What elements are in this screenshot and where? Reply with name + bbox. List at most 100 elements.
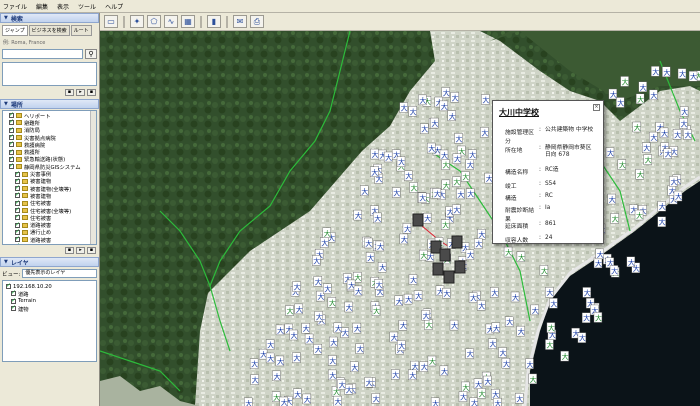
folder-icon xyxy=(16,127,22,133)
move-up-icon[interactable]: ▸ xyxy=(76,89,85,96)
search-panel-header[interactable]: ▼ 検索 xyxy=(0,13,99,23)
layer-tree-item[interactable]: 192.168.10.20 xyxy=(3,282,96,290)
checkbox-icon[interactable] xyxy=(9,148,14,155)
email-icon[interactable]: ✉ xyxy=(233,15,247,28)
checkbox-icon[interactable] xyxy=(9,111,14,119)
checkbox-icon[interactable] xyxy=(15,221,20,228)
move-down-icon[interactable]: ▪ xyxy=(87,89,96,96)
person-icon: 大 xyxy=(354,273,361,282)
menu-file[interactable]: ファイル xyxy=(3,2,27,11)
map-imagery[interactable]: 大大大大大大大大大大大大大大大大大大大大大大大大大大大大大大大大大大大大大大大大… xyxy=(100,31,700,406)
popup-field-value: 861 xyxy=(545,221,557,227)
checkbox-icon[interactable] xyxy=(15,170,20,177)
search-example: 例: Roma, France xyxy=(3,40,46,46)
checkbox-icon[interactable] xyxy=(15,228,20,235)
checkbox-icon[interactable] xyxy=(11,289,16,297)
places-tree-item[interactable]: 通行止め xyxy=(9,228,96,236)
selected-marker-icon[interactable] xyxy=(412,213,424,227)
places-tree-item[interactable]: 道路被害 xyxy=(9,221,96,229)
person-icon: 大 xyxy=(456,134,463,143)
menu-tools[interactable]: ツール xyxy=(78,2,96,11)
search-results-list[interactable] xyxy=(2,62,97,86)
search-input[interactable] xyxy=(2,49,83,59)
checkbox-icon[interactable] xyxy=(15,191,20,199)
layer-view-select[interactable]: 優先表示のレイヤ xyxy=(22,269,97,278)
checkbox-icon[interactable] xyxy=(15,184,20,192)
checkbox-icon[interactable] xyxy=(9,162,14,170)
folder-icon xyxy=(22,222,28,228)
move-down-icon[interactable]: ▪ xyxy=(87,247,96,254)
checkbox-icon[interactable] xyxy=(9,126,14,133)
person-icon: 大 xyxy=(584,288,591,297)
move-up-icon[interactable]: ▸ xyxy=(76,247,85,254)
folder-icon xyxy=(22,193,28,199)
ruler-icon[interactable]: ▮ xyxy=(207,15,221,28)
selected-marker-icon[interactable] xyxy=(454,260,466,274)
checkbox-icon[interactable] xyxy=(15,177,20,184)
popup-field-label: 構造名称 xyxy=(505,170,529,176)
checkbox-icon[interactable] xyxy=(6,282,11,290)
close-icon[interactable]: × xyxy=(593,104,600,111)
layer-tree-item[interactable]: 道路 xyxy=(3,289,96,298)
delete-icon[interactable]: ▪ xyxy=(65,89,74,96)
layers-panel-header[interactable]: ▼ レイヤ xyxy=(0,257,99,267)
menu-view[interactable]: 表示 xyxy=(57,2,69,11)
layer-tree-item[interactable]: Terrain xyxy=(3,297,96,305)
path-icon[interactable]: ∿ xyxy=(164,15,178,28)
collapse-arrow-icon[interactable]: ▼ xyxy=(4,101,8,107)
placemark-icon[interactable]: ✦ xyxy=(130,15,144,28)
overlay-icon[interactable]: ▦ xyxy=(181,15,195,28)
sidebar-toggle-icon[interactable]: ▭ xyxy=(104,15,118,28)
person-icon: 大 xyxy=(462,383,469,392)
places-tree-item[interactable]: 災害事例 xyxy=(9,170,96,178)
places-tree-item[interactable]: 静岡県防災GISシステム xyxy=(9,162,96,171)
places-tree-item[interactable]: 土砂災害警戒区域 xyxy=(9,242,96,244)
places-tree-item[interactable]: 救護病院 xyxy=(9,140,96,149)
delete-icon[interactable]: ▪ xyxy=(65,247,74,254)
places-tree-item[interactable]: ヘリポート xyxy=(9,111,96,120)
person-icon: 大 xyxy=(385,153,392,162)
popup-field-value: 公共建築物 中学校 xyxy=(545,127,594,133)
places-tree-item[interactable]: 住宅被害 xyxy=(9,213,96,222)
selected-marker-icon[interactable] xyxy=(432,262,444,276)
collapse-arrow-icon[interactable]: ▼ xyxy=(4,15,8,21)
person-icon: 大 xyxy=(393,189,400,198)
tab-jump[interactable]: ジャンプ xyxy=(2,25,28,36)
places-tree-item[interactable]: 避難所 xyxy=(9,118,96,127)
search-panel-title: 検索 xyxy=(10,15,23,23)
layer-tree-item[interactable]: 建物 xyxy=(3,304,96,313)
person-icon: 大 xyxy=(481,128,488,137)
menu-help[interactable]: ヘルプ xyxy=(105,2,123,11)
selected-marker-icon[interactable] xyxy=(439,248,451,262)
print-icon[interactable]: ⎙ xyxy=(250,15,264,28)
checkbox-icon[interactable] xyxy=(9,140,14,148)
search-button[interactable]: ⚲ xyxy=(85,49,97,59)
checkbox-icon[interactable] xyxy=(15,242,20,244)
person-icon: 大 xyxy=(619,161,626,170)
places-tree-item[interactable]: 被害建物 xyxy=(9,191,96,200)
selected-marker-icon[interactable] xyxy=(443,270,455,284)
checkbox-icon[interactable] xyxy=(9,155,14,162)
checkbox-icon[interactable] xyxy=(15,213,20,221)
person-icon: 大 xyxy=(303,324,310,333)
places-panel-header[interactable]: ▼ 場所 xyxy=(0,99,99,109)
places-tree-item[interactable]: 被害建物(全壊等) xyxy=(9,184,96,193)
checkbox-icon[interactable] xyxy=(11,304,16,312)
map-view[interactable]: 大大大大大大大大大大大大大大大大大大大大大大大大大大大大大大大大大大大大大大大大… xyxy=(100,31,700,406)
tab-route[interactable]: ルート xyxy=(70,25,92,36)
checkbox-icon[interactable] xyxy=(9,133,14,141)
selected-marker-icon[interactable] xyxy=(451,235,463,249)
collapse-arrow-icon[interactable]: ▼ xyxy=(4,259,8,265)
places-tree-item[interactable]: 住宅被害(全壊等) xyxy=(9,206,96,215)
checkbox-icon[interactable] xyxy=(15,199,20,206)
checkbox-icon[interactable] xyxy=(15,235,20,243)
checkbox-icon[interactable] xyxy=(11,297,16,304)
checkbox-icon[interactable] xyxy=(9,118,14,126)
places-tree-item[interactable]: 災害拠点病院 xyxy=(9,133,96,142)
places-scrollbar[interactable] xyxy=(90,111,96,244)
person-icon: 大 xyxy=(267,341,274,350)
tab-business[interactable]: ビジネスを検索 xyxy=(28,25,70,36)
menu-edit[interactable]: 編集 xyxy=(36,2,48,11)
polygon-icon[interactable]: ⬠ xyxy=(147,15,161,28)
checkbox-icon[interactable] xyxy=(15,206,20,213)
